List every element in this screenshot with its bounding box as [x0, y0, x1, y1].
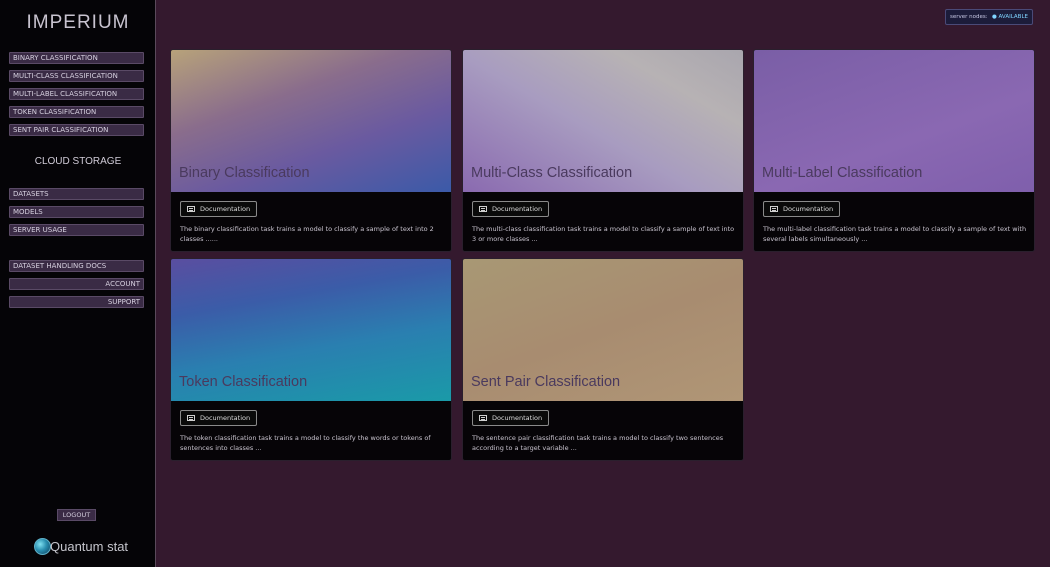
document-icon: [479, 206, 487, 212]
card-title: Sent Pair Classification: [471, 374, 621, 390]
nav-multi-label-classification[interactable]: MULTI-LABEL CLASSIFICATION: [9, 88, 144, 100]
card-description: The multi-label classification task trai…: [763, 225, 1027, 243]
card-title: Multi-Label Classification: [762, 165, 923, 181]
nav-support[interactable]: SUPPORT: [9, 296, 144, 308]
document-icon: [479, 415, 487, 421]
server-status-value: ● AVAILABLE: [991, 14, 1028, 20]
documentation-button[interactable]: Documentation: [472, 410, 550, 426]
nav-binary-classification[interactable]: BINARY CLASSIFICATION: [9, 52, 144, 64]
nav-server-usage[interactable]: SERVER USAGE: [9, 224, 144, 236]
nav-models[interactable]: MODELS: [9, 206, 144, 218]
card-description: The token classification task trains a m…: [180, 434, 431, 452]
server-status-label: server nodes:: [950, 14, 988, 20]
app-brand: IMPERIUM: [26, 12, 130, 33]
server-status-badge: server nodes: ● AVAILABLE: [945, 9, 1033, 25]
card-description: The sentence pair classification task tr…: [472, 434, 724, 452]
task-card-sent-pair-classification[interactable]: Sent Pair Classification Documentation T…: [462, 258, 744, 461]
sidebar: IMPERIUM BINARY CLASSIFICATION MULTI-CLA…: [0, 0, 156, 567]
documentation-button[interactable]: Documentation: [472, 201, 550, 217]
card-title: Binary Classification: [179, 165, 310, 181]
card-description: The binary classification task trains a …: [180, 225, 434, 243]
document-icon: [187, 206, 195, 212]
nav-sent-pair-classification[interactable]: SENT PAIR CLASSIFICATION: [9, 124, 144, 136]
quantum-stat-logo: Quantum stat: [34, 536, 128, 556]
nav-datasets[interactable]: DATASETS: [9, 188, 144, 200]
documentation-button[interactable]: Documentation: [180, 410, 258, 426]
logo-text: Quantum stat: [50, 538, 129, 554]
documentation-label: Documentation: [492, 205, 543, 213]
document-icon: [770, 206, 778, 212]
globe-icon: [34, 537, 51, 555]
documentation-label: Documentation: [200, 205, 251, 213]
nav-token-classification[interactable]: TOKEN CLASSIFICATION: [9, 106, 144, 118]
card-description: The multi-class classification task trai…: [472, 225, 735, 243]
nav-multi-class-classification[interactable]: MULTI-CLASS CLASSIFICATION: [9, 70, 144, 82]
documentation-label: Documentation: [200, 414, 251, 422]
cloud-storage-heading: CLOUD STORAGE: [34, 156, 122, 167]
card-title: Multi-Class Classification: [471, 165, 633, 181]
documentation-label: Documentation: [783, 205, 834, 213]
logout-button[interactable]: LOGOUT: [57, 509, 96, 521]
task-card-multi-label-classification[interactable]: Multi-Label Classification Documentation…: [753, 49, 1035, 252]
documentation-button[interactable]: Documentation: [763, 201, 841, 217]
documentation-label: Documentation: [492, 414, 543, 422]
task-card-multi-class-classification[interactable]: Multi-Class Classification Documentation…: [462, 49, 744, 252]
nav-dataset-handling-docs[interactable]: DATASET HANDLING DOCS: [9, 260, 144, 272]
card-title: Token Classification: [179, 374, 308, 390]
nav-account[interactable]: ACCOUNT: [9, 278, 144, 290]
document-icon: [187, 415, 195, 421]
documentation-button[interactable]: Documentation: [180, 201, 258, 217]
task-card-binary-classification[interactable]: Binary Classification Documentation The …: [170, 49, 452, 252]
task-card-token-classification[interactable]: Token Classification Documentation The t…: [170, 258, 452, 461]
